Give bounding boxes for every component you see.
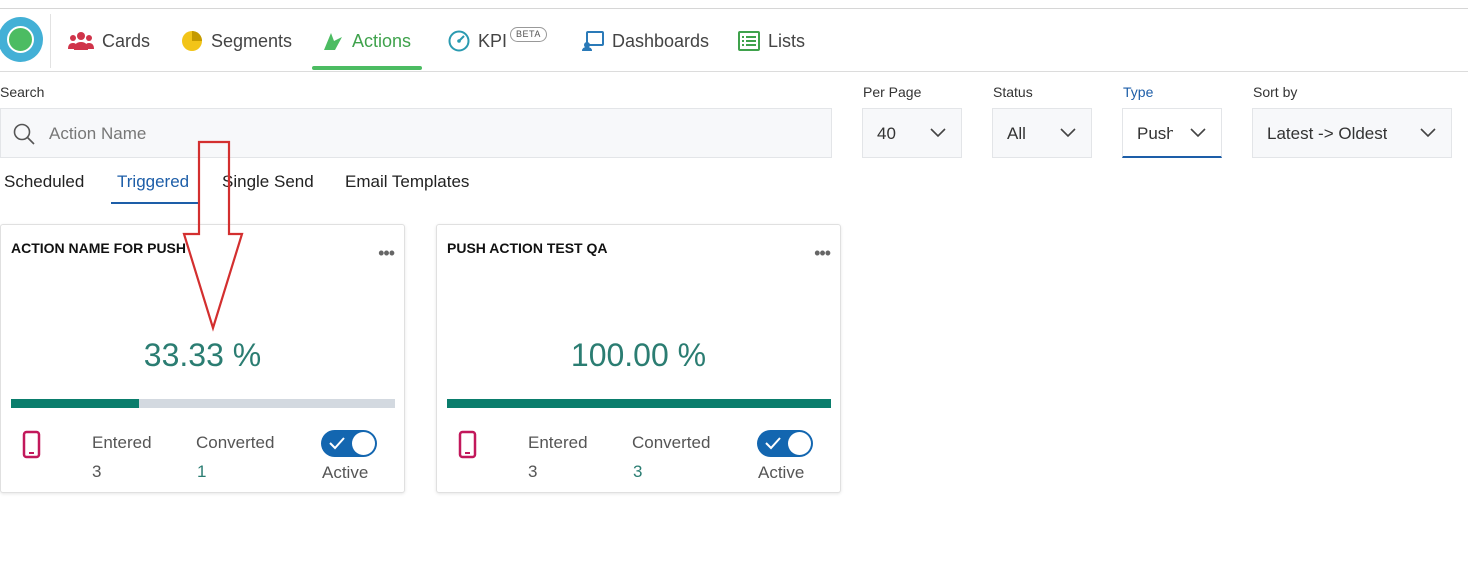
nav-item-lists[interactable]: Lists [738,10,805,72]
search-field[interactable] [0,108,832,158]
tab-email-templates[interactable]: Email Templates [345,172,469,192]
converted-value: 1 [197,462,207,481]
per-page-label: Per Page [863,84,922,100]
entered-label: Entered [528,433,588,452]
nav-divider [50,14,51,68]
progress-fill [447,399,831,408]
chevron-down-icon [1060,128,1076,138]
nav-item-label: Actions [352,30,412,51]
chevron-down-icon [1190,128,1206,138]
active-toggle[interactable] [321,430,377,457]
search-label: Search [0,84,45,100]
card-title: ACTION NAME FOR PUSH [11,240,186,256]
nav-item-label: Cards [102,30,151,51]
search-input[interactable] [49,119,809,149]
per-page-value: 40 [877,124,896,143]
chevron-down-icon [1420,128,1436,138]
conversion-percent: 100.00 % [570,337,707,373]
nav-item-label: Segments [211,30,293,51]
status-select[interactable]: All [992,108,1092,158]
status-label: Status [993,84,1033,100]
nav-item-segments[interactable]: Segments [181,10,292,72]
sort-label: Sort by [1253,84,1298,100]
annotation-arrow-icon [182,140,244,332]
pie-chart-icon [182,31,202,51]
top-border [0,8,1468,9]
tab-triggered[interactable]: Triggered [117,172,189,192]
entered-value: 3 [528,462,538,481]
mobile-phone-icon [22,430,41,459]
active-label: Active [322,463,369,482]
nav-item-label: Lists [768,30,806,51]
chevron-down-icon [930,128,946,138]
converted-value: 3 [633,462,643,481]
mobile-phone-icon [458,430,477,459]
sort-value: Latest -> Oldest [1267,124,1388,143]
active-nav-indicator [312,66,422,70]
list-icon [738,31,760,51]
nav-item-actions[interactable]: Actions [322,10,411,72]
nav-item-label: KPI [478,30,508,51]
conversion-progress-bar [447,399,831,408]
nav-item-cards[interactable]: Cards [68,10,150,72]
toggle-knob [788,432,811,455]
gauge-icon [448,30,470,52]
active-label: Active [758,463,805,482]
more-options-icon[interactable]: ••• [814,243,831,264]
converted-label: Converted [196,433,275,452]
users-icon [68,32,94,50]
type-label: Type [1123,84,1154,100]
nav-item-label: Dashboards [612,30,710,51]
tab-scheduled[interactable]: Scheduled [4,172,84,192]
per-page-select[interactable]: 40 [862,108,962,158]
action-card[interactable]: PUSH ACTION TEST QA ••• 100.00 % Entered… [436,224,841,493]
entered-value: 3 [92,462,102,481]
progress-fill [11,399,139,408]
check-icon [329,437,345,450]
app-logo-icon[interactable] [0,17,43,62]
top-navigation: Cards Segments Actions KPI BETA Dashboar… [0,10,1468,72]
search-icon [13,123,35,145]
beta-badge: BETA [510,27,547,42]
type-value: Push [1137,124,1173,143]
nav-item-dashboards[interactable]: Dashboards [582,10,709,72]
toggle-knob [352,432,375,455]
card-title: PUSH ACTION TEST QA [447,240,608,256]
actions-icon [324,33,342,50]
dashboard-icon [582,31,604,51]
active-toggle[interactable] [757,430,813,457]
conversion-progress-bar [11,399,395,408]
type-select[interactable]: Push [1122,108,1222,158]
check-icon [765,437,781,450]
status-value: All [1007,124,1026,143]
more-options-icon[interactable]: ••• [378,243,395,264]
nav-item-kpi[interactable]: KPI [448,10,507,72]
sort-select[interactable]: Latest -> Oldest [1252,108,1452,158]
converted-label: Converted [632,433,711,452]
conversion-percent: 33.33 % [143,337,262,373]
entered-label: Entered [92,433,152,452]
